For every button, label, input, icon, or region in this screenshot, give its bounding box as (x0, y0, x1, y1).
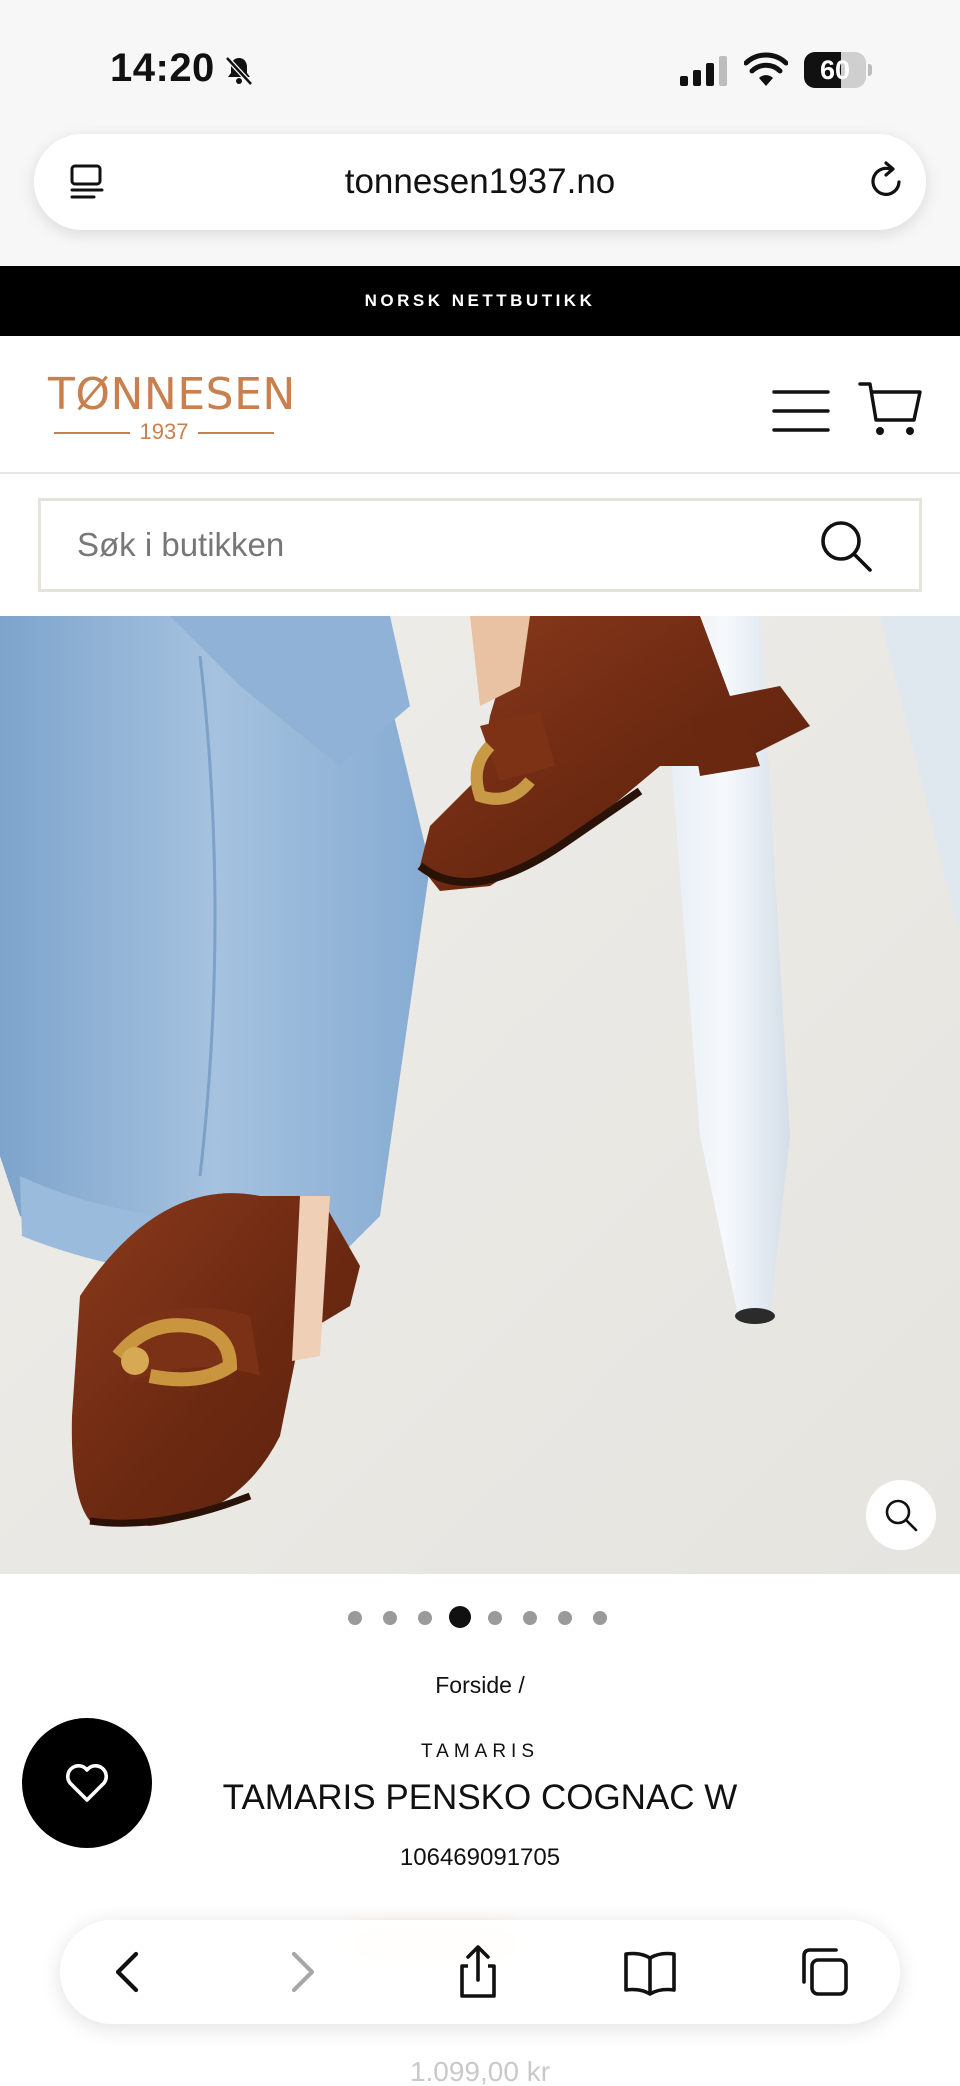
bookmarks-button[interactable] (620, 1942, 680, 2002)
address-bar[interactable]: tonnesen1937.no (34, 134, 926, 230)
chevron-right-icon (291, 1951, 315, 1993)
browser-toolbar (60, 1920, 900, 2024)
carousel-dots (0, 1606, 960, 1630)
battery-level: 60 (819, 55, 851, 85)
url-text[interactable]: tonnesen1937.no (34, 134, 926, 230)
logo-name: TØNNESEN (48, 369, 296, 420)
search-placeholder: Søk i butikken (77, 526, 285, 563)
battery-indicator: 60 (804, 52, 872, 88)
logo[interactable]: TØNNESEN 1937 (48, 369, 296, 446)
wifi-icon (744, 52, 788, 86)
bell-muted-icon (225, 56, 253, 86)
logo-year: 1937 (139, 419, 189, 444)
site-header: TØNNESEN 1937 (0, 336, 960, 474)
tabs-overview-icon (802, 1948, 848, 1996)
search-input[interactable]: Søk i butikken (38, 498, 922, 592)
cart-icon[interactable] (858, 380, 922, 438)
carousel-dot[interactable] (383, 1611, 397, 1625)
product-price: 1.099,00 kr (409, 2056, 551, 2086)
browser-address-area: tonnesen1937.no (0, 130, 960, 266)
forward-button[interactable] (272, 1942, 332, 2002)
heart-icon (66, 1764, 108, 1802)
share-icon (460, 1945, 496, 1998)
announcement-bar: NORSK NETTBUTIKK (0, 266, 960, 336)
book-icon (624, 1951, 676, 1996)
carousel-dot[interactable] (348, 1611, 362, 1625)
share-button[interactable] (448, 1942, 508, 2002)
search-icon[interactable] (819, 519, 873, 573)
chevron-left-icon (115, 1951, 139, 1993)
product-photo (0, 616, 960, 1574)
status-time: 14:20 (110, 46, 215, 90)
product-image[interactable] (0, 616, 960, 1574)
wishlist-button[interactable] (22, 1718, 152, 1848)
back-button[interactable] (98, 1942, 158, 2002)
carousel-dot[interactable] (558, 1611, 572, 1625)
carousel-dot[interactable] (488, 1611, 502, 1625)
breadcrumb[interactable]: Forside / (0, 1672, 960, 1699)
tab-switcher-button[interactable] (794, 1942, 854, 2002)
carousel-dot[interactable] (418, 1611, 432, 1625)
carousel-dot[interactable] (449, 1606, 471, 1628)
status-bar: 14:20 60 (0, 0, 960, 130)
cellular-signal-icon (680, 56, 727, 86)
menu-icon[interactable] (772, 388, 830, 434)
zoom-button[interactable] (866, 1480, 936, 1550)
carousel-dot[interactable] (523, 1611, 537, 1625)
carousel-dot[interactable] (593, 1611, 607, 1625)
reload-icon[interactable] (866, 160, 908, 202)
zoom-icon (885, 1499, 918, 1532)
product-sku: 106469091705 (399, 1844, 561, 1871)
